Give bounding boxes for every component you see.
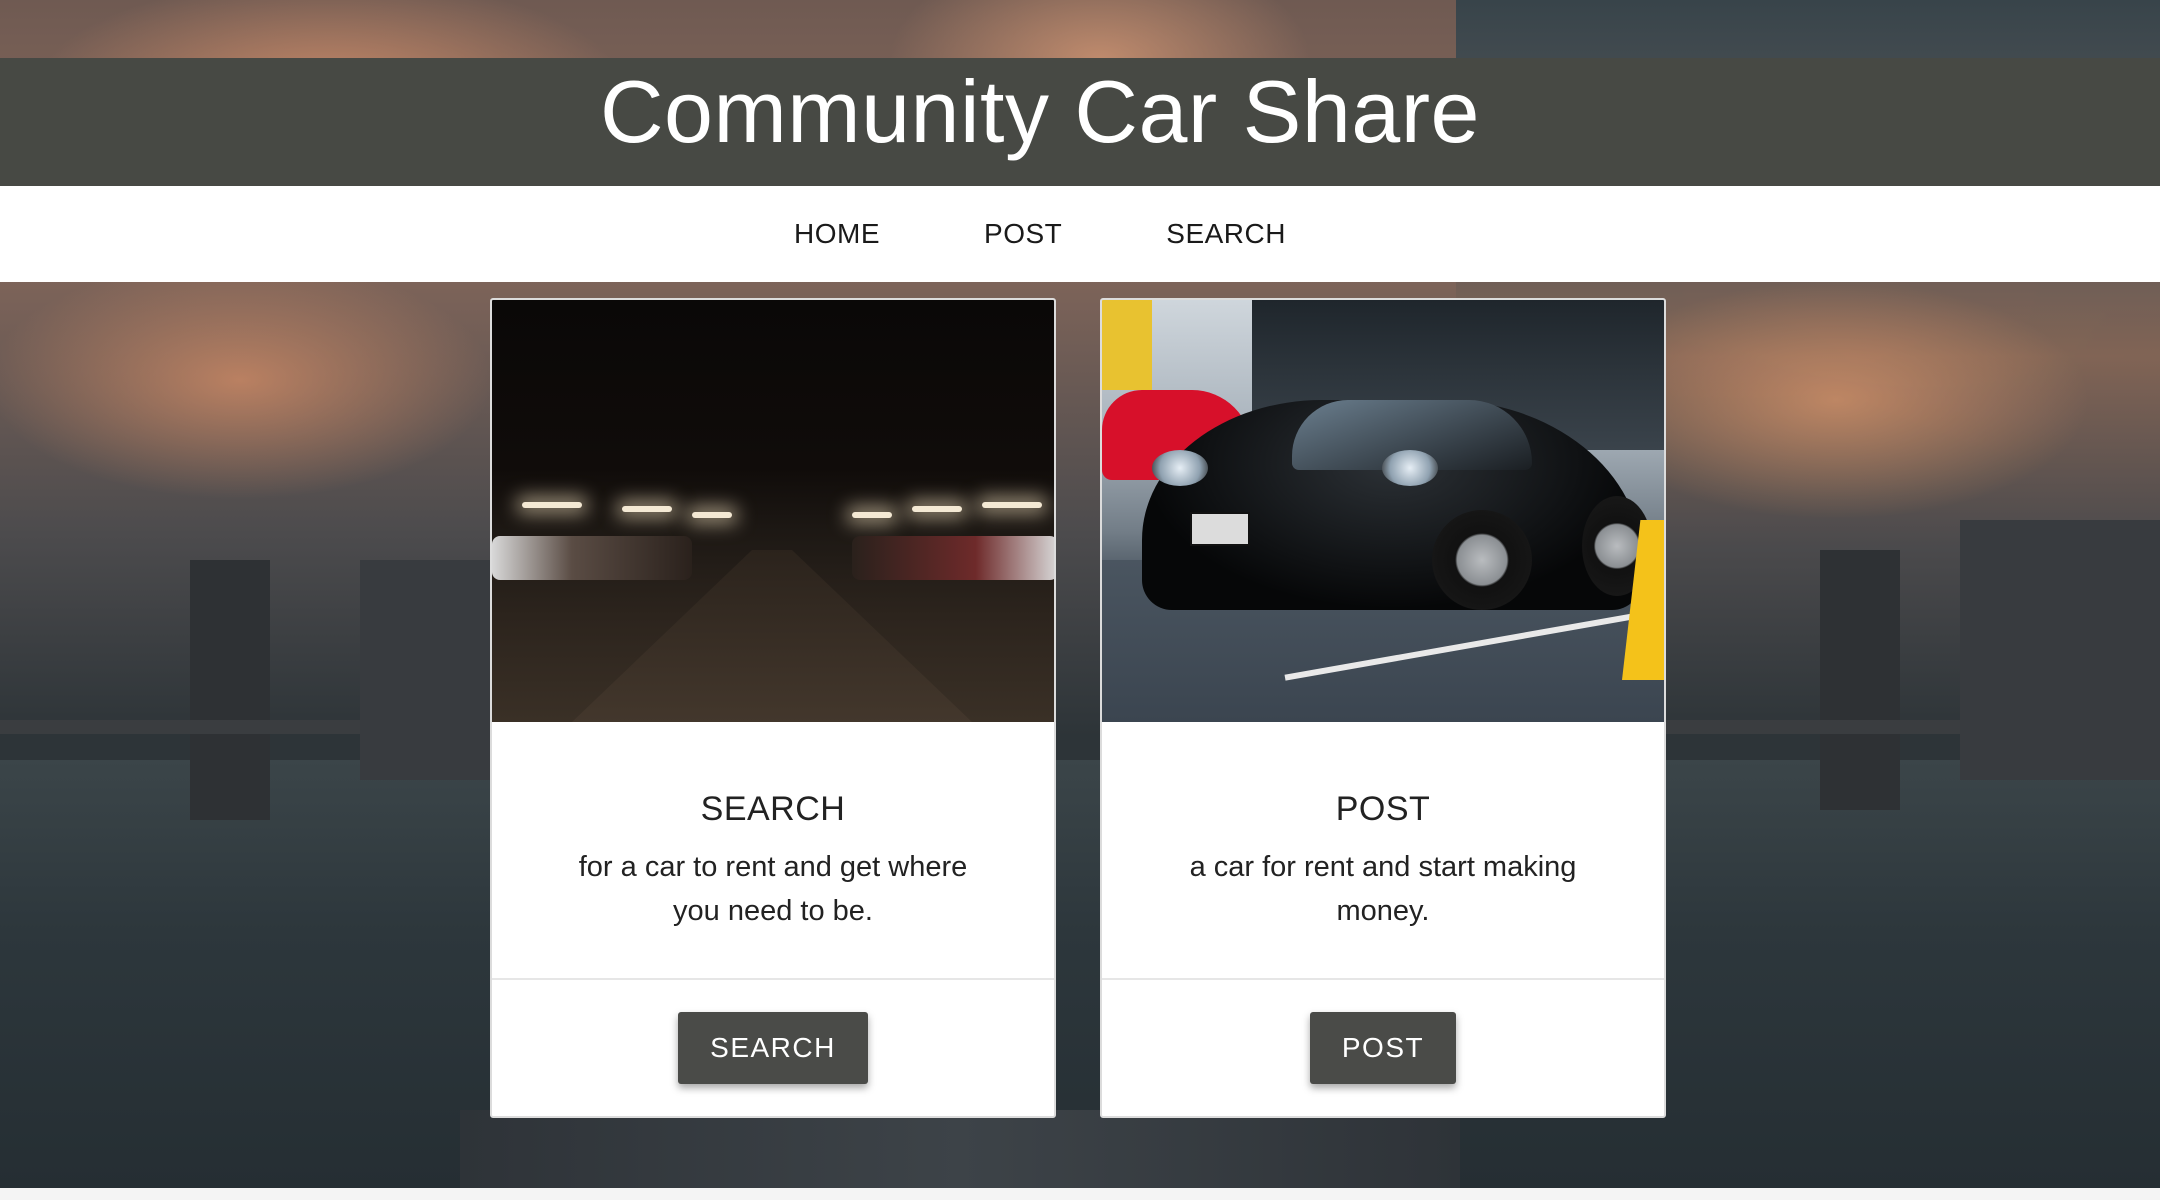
site-header: Community Car Share <box>0 58 2160 186</box>
parked-cars-right <box>852 536 1054 580</box>
car-photo-headlight <box>1382 450 1438 486</box>
car-photo-headlight <box>1152 450 1208 486</box>
skyline-right <box>1960 520 2160 780</box>
nav-search-link[interactable]: SEARCH <box>1166 218 1286 250</box>
car-photo-plate <box>1190 512 1250 546</box>
post-card-text: a car for rent and start making money. <box>1189 851 1577 927</box>
search-card: SEARCH for a car to rent and get where y… <box>490 298 1056 1118</box>
car-photo-wheel <box>1432 510 1532 610</box>
nav-home-link[interactable]: HOME <box>794 218 880 250</box>
garage-light <box>692 512 732 518</box>
parked-cars-left <box>492 536 692 580</box>
search-card-body: SEARCH for a car to rent and get where y… <box>492 722 1054 980</box>
parking-garage-image <box>492 300 1054 722</box>
post-card-body: POST a car for rent and start making mon… <box>1102 722 1664 980</box>
bridge-tower-left <box>190 560 270 820</box>
sports-car-image <box>1102 300 1664 722</box>
bridge-tower-right <box>1820 550 1900 810</box>
garage-light <box>852 512 892 518</box>
page-bottom-band <box>0 1188 2160 1200</box>
site-title: Community Car Share <box>599 62 1480 161</box>
background-highway <box>460 1110 1460 1188</box>
page: Community Car Share HOME POST SEARCH SEA… <box>0 0 2160 1200</box>
skyline-left <box>360 560 490 780</box>
search-card-text: for a car to rent and get where you need… <box>578 851 968 927</box>
post-card-footer: POST <box>1102 980 1664 1116</box>
search-card-footer: SEARCH <box>492 980 1054 1116</box>
nav-post-link[interactable]: POST <box>984 218 1062 250</box>
post-card: POST a car for rent and start making mon… <box>1100 298 1666 1118</box>
search-card-title: SEARCH <box>700 790 846 828</box>
garage-light <box>982 502 1042 508</box>
garage-light <box>912 506 962 512</box>
post-card-title: POST <box>1335 790 1431 828</box>
main-nav: HOME POST SEARCH <box>0 186 2160 282</box>
post-button[interactable]: POST <box>1309 1012 1457 1084</box>
car-photo-yellow-sign <box>1102 300 1152 390</box>
garage-light <box>622 506 672 512</box>
search-button[interactable]: SEARCH <box>678 1012 868 1084</box>
garage-light <box>522 502 582 508</box>
